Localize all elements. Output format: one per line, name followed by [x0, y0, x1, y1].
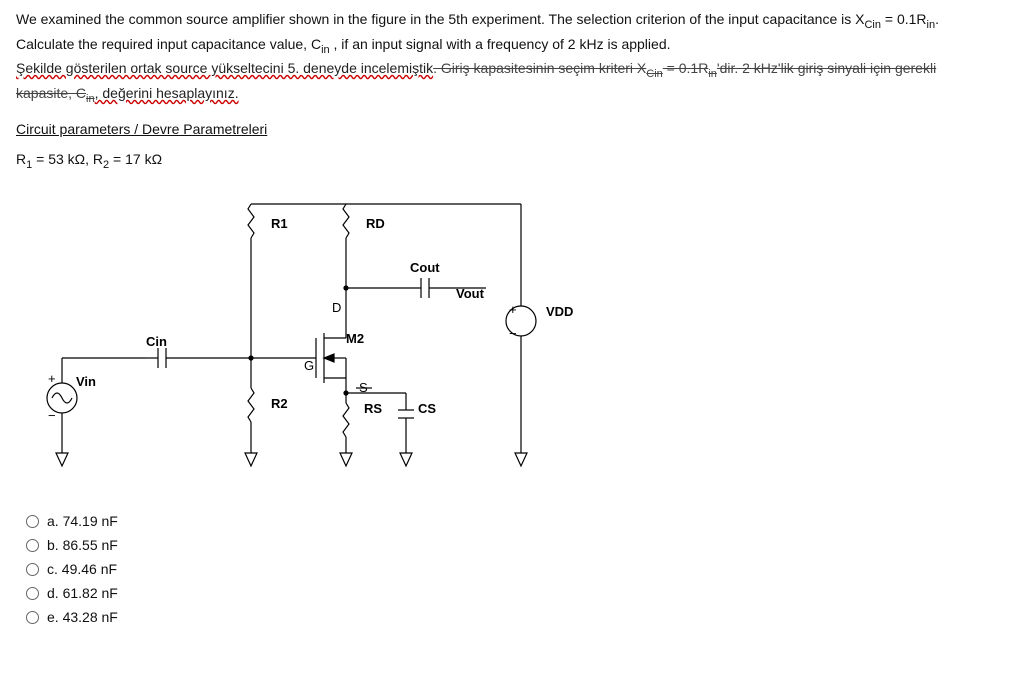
tr2-sub: in [86, 93, 95, 105]
tr1d: 'dir. 2 kHz'lik giriş sinyali için gerek… [717, 60, 936, 76]
cs-label: CS [418, 401, 436, 416]
svg-text:−: − [48, 408, 56, 423]
m2-label: M2 [346, 331, 364, 346]
option-d-label: d. 61.82 nF [47, 585, 118, 601]
line1a: We examined the common source amplifier … [16, 11, 864, 27]
rv-b: = 53 kΩ, R [32, 151, 103, 167]
tr1a: Şekilde gösterilen ortak source yükselte… [16, 60, 433, 76]
vdd-label: VDD [546, 304, 573, 319]
svg-text:+: + [48, 371, 56, 386]
tr1c: = 0.1R [663, 60, 709, 76]
line2b: , if an input signal with a frequency of… [330, 36, 671, 52]
option-a-label: a. 74.19 nF [47, 513, 118, 529]
answer-options: a. 74.19 nF b. 86.55 nF c. 49.46 nF d. 6… [26, 513, 995, 625]
cin-label: Cin [146, 334, 167, 349]
option-c-label: c. 49.46 nF [47, 561, 117, 577]
circuit-params-heading: Circuit parameters / Devre Parametreleri [16, 121, 267, 137]
circuit-params: Circuit parameters / Devre Parametreleri… [16, 121, 995, 171]
line2a: Calculate the required input capacitance… [16, 36, 321, 52]
line1-sub2: in [927, 19, 936, 31]
line1-sub: Cin [864, 19, 881, 31]
option-e-label: e. 43.28 nF [47, 609, 118, 625]
svg-text:+: + [509, 302, 517, 317]
cout-label: Cout [410, 260, 440, 275]
r1-label: R1 [271, 216, 288, 231]
rs-label: RS [364, 401, 382, 416]
option-e[interactable]: e. 43.28 nF [26, 609, 995, 625]
svg-text:−: − [509, 326, 517, 341]
rd-label: RD [366, 216, 385, 231]
option-b-label: b. 86.55 nF [47, 537, 118, 553]
radio-icon[interactable] [26, 515, 39, 528]
line2-sub: in [321, 43, 330, 55]
tr1b: . Giriş kapasitesinin seçim kriteri X [433, 60, 646, 76]
radio-icon[interactable] [26, 563, 39, 576]
vout-label: Vout [456, 286, 485, 301]
option-b[interactable]: b. 86.55 nF [26, 537, 995, 553]
option-c[interactable]: c. 49.46 nF [26, 561, 995, 577]
tr1-sub2: in [708, 68, 717, 80]
circuit-diagram: + − Vin Cin R1 R2 G [26, 198, 666, 488]
vin-label: Vin [76, 374, 96, 389]
rv-c: = 17 kΩ [109, 151, 162, 167]
radio-icon[interactable] [26, 539, 39, 552]
tr2b: , değerini hesaplayınız. [95, 85, 239, 101]
radio-icon[interactable] [26, 587, 39, 600]
d-label: D [332, 300, 341, 315]
r2-label: R2 [271, 396, 288, 411]
option-a[interactable]: a. 74.19 nF [26, 513, 995, 529]
tr1-sub: Cin [646, 68, 663, 80]
tr2a: kapasite, C [16, 85, 86, 101]
radio-icon[interactable] [26, 611, 39, 624]
rv-a: R [16, 151, 26, 167]
line1c: . [935, 11, 939, 27]
line1b: = 0.1R [881, 11, 927, 27]
problem-statement: We examined the common source amplifier … [16, 10, 995, 107]
g-label: G [304, 358, 314, 373]
option-d[interactable]: d. 61.82 nF [26, 585, 995, 601]
